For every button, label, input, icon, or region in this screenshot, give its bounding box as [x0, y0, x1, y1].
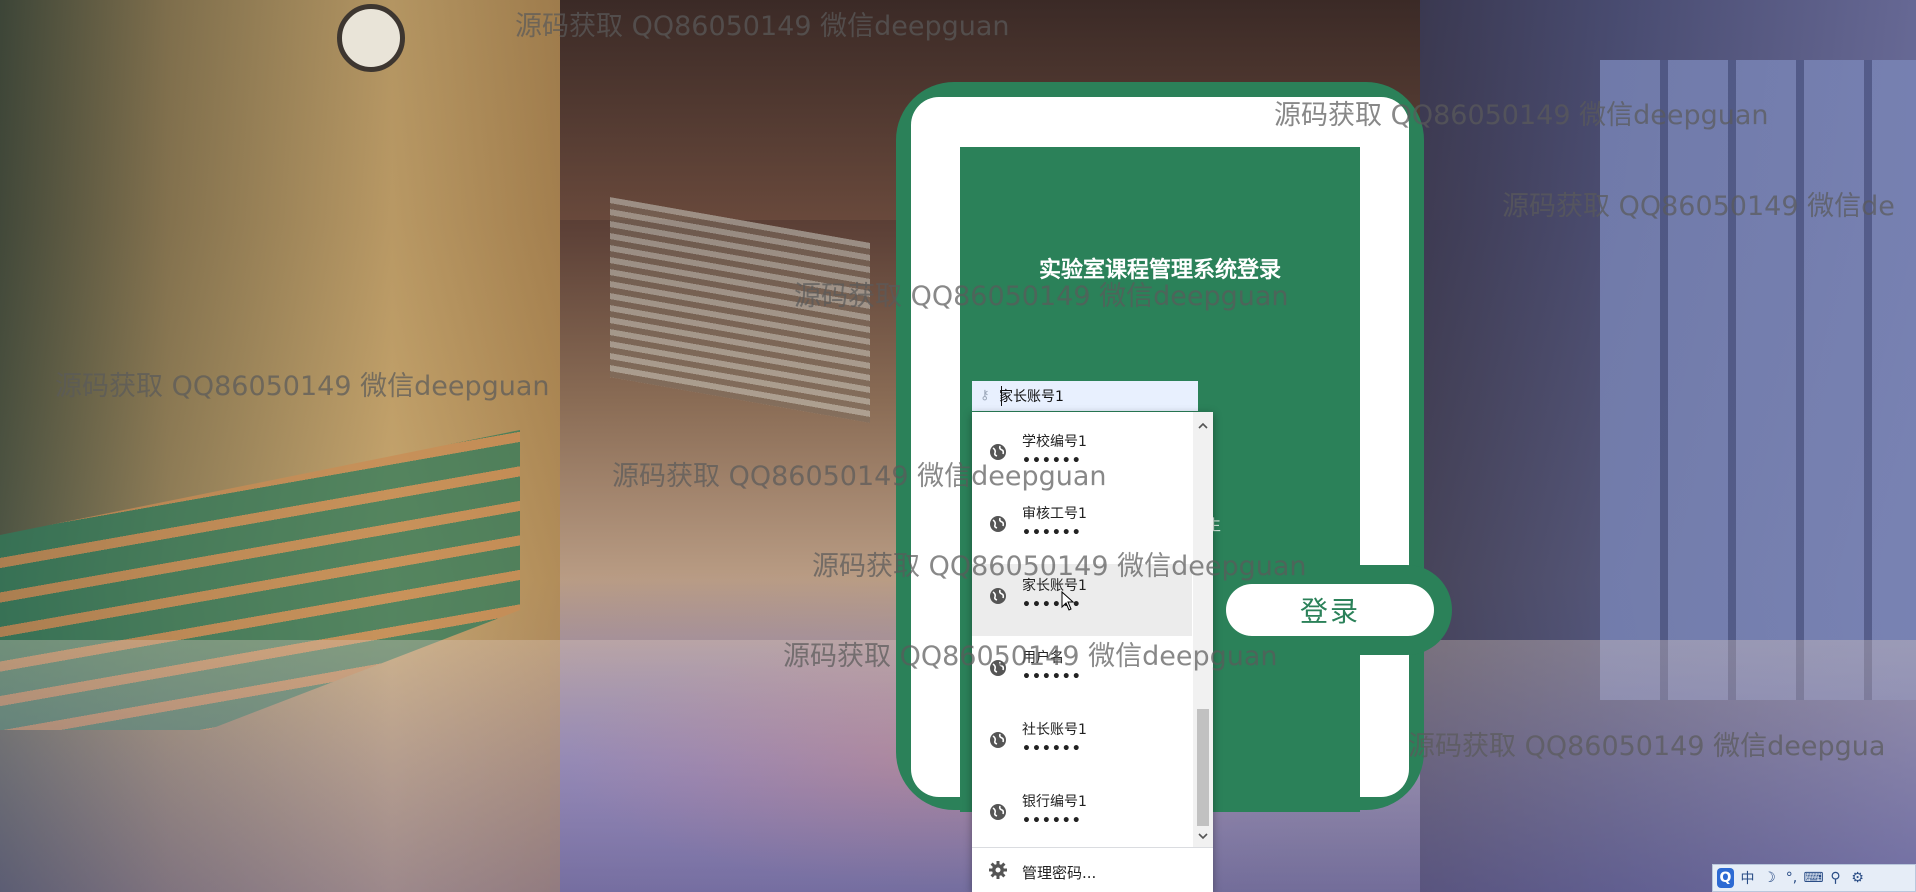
autocomplete-password-mask: ••••••	[1022, 669, 1082, 685]
globe-icon	[990, 516, 1006, 532]
globe-icon	[990, 660, 1006, 676]
autocomplete-item-hovered[interactable]: 家长账号1 ••••••	[972, 564, 1192, 636]
tools-icon[interactable]: ⚙	[1849, 868, 1866, 888]
manage-passwords-label: 管理密码...	[1022, 864, 1097, 882]
punctuation-icon[interactable]: °,	[1783, 868, 1800, 888]
manage-passwords-item[interactable]: 管理密码...	[972, 852, 1213, 892]
autocomplete-item[interactable]: 学校编号1 ••••••	[972, 420, 1192, 492]
autocomplete-username: 用户名	[1022, 650, 1064, 666]
autocomplete-item[interactable]: 审核工号1 ••••••	[972, 492, 1192, 564]
window-blinds	[610, 197, 870, 423]
wall-clock	[337, 4, 405, 72]
autocomplete-password-mask: ••••••	[1022, 525, 1082, 541]
globe-icon	[990, 444, 1006, 460]
autocomplete-username: 银行编号1	[1022, 794, 1087, 810]
keyboard-icon[interactable]: ⌨	[1803, 868, 1823, 888]
gear-icon	[989, 861, 1007, 879]
mouse-pointer-icon	[1061, 591, 1075, 611]
autocomplete-username: 社长账号1	[1022, 722, 1087, 738]
dropdown-divider	[972, 847, 1213, 848]
autocomplete-username: 审核工号1	[1022, 506, 1087, 522]
lockers	[1600, 60, 1916, 700]
ime-toolbar: Q 中 ☽ °, ⌨ ⚲ ⚙	[1712, 864, 1916, 892]
scrollbar-thumb[interactable]	[1197, 709, 1209, 826]
scroll-down-icon[interactable]	[1197, 830, 1209, 842]
autocomplete-item[interactable]: 用户名 ••••••	[972, 636, 1192, 708]
dropdown-scrollbar[interactable]	[1193, 412, 1213, 847]
half-width-icon[interactable]: ☽	[1761, 868, 1778, 888]
chinese-mode-icon[interactable]: 中	[1739, 868, 1756, 888]
login-button[interactable]: 登录	[1226, 584, 1434, 636]
key-icon: ⚷	[980, 388, 990, 403]
username-input[interactable]	[972, 381, 1198, 411]
ime-logo-icon[interactable]: Q	[1717, 868, 1734, 888]
globe-icon	[990, 588, 1006, 604]
autocomplete-username: 家长账号1	[1022, 578, 1087, 594]
globe-icon	[990, 732, 1006, 748]
autocomplete-item[interactable]: 社长账号1 ••••••	[972, 708, 1192, 780]
autocomplete-item[interactable]: 银行编号1 ••••••	[972, 780, 1192, 852]
voice-icon[interactable]: ⚲	[1827, 868, 1844, 888]
globe-icon	[990, 804, 1006, 820]
scroll-up-icon[interactable]	[1197, 420, 1209, 432]
login-title: 实验室课程管理系统登录	[1038, 257, 1281, 283]
autocomplete-password-mask: ••••••	[1022, 741, 1082, 757]
autocomplete-password-mask: ••••••	[1022, 453, 1082, 469]
autocomplete-username: 学校编号1	[1022, 434, 1087, 450]
text-caret	[1001, 386, 1002, 406]
autocomplete-password-mask: ••••••	[1022, 813, 1082, 829]
autocomplete-dropdown: 学校编号1 •••••• 审核工号1 •••••• 家长账号1 •••••• 用…	[972, 412, 1213, 892]
